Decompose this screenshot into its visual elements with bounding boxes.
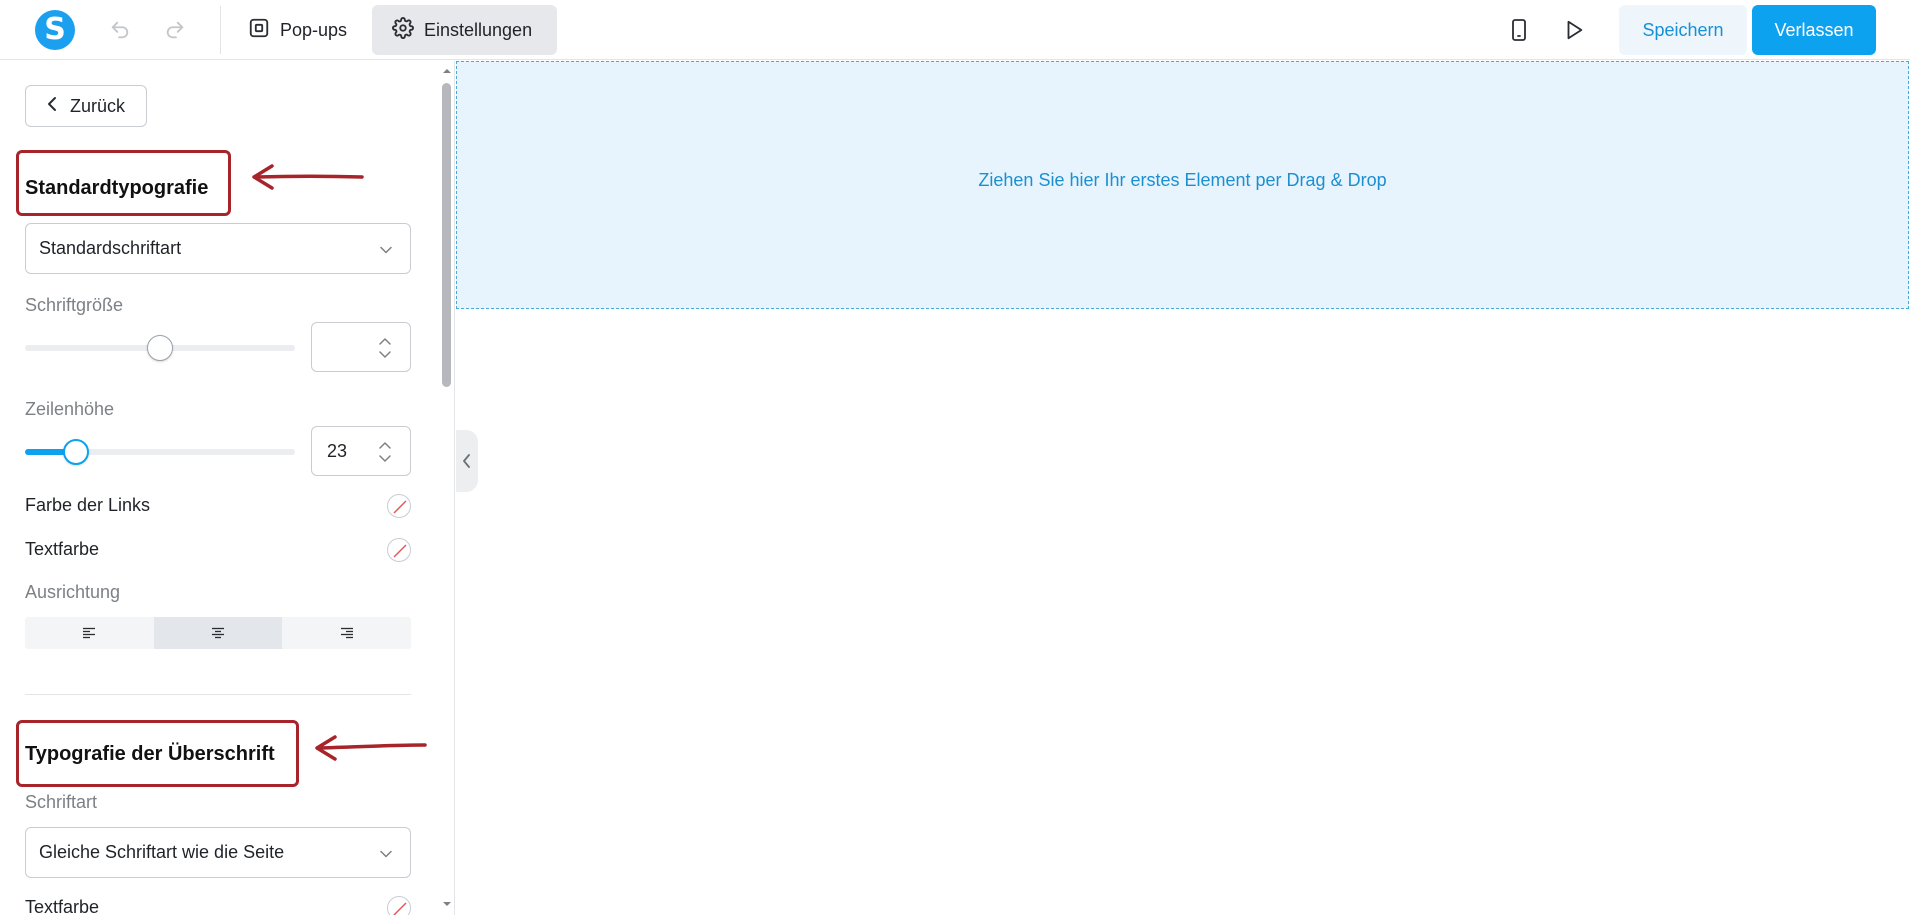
gear-icon [392, 16, 414, 44]
heading-font-select[interactable]: Gleiche Schriftart wie die Seite [25, 827, 411, 878]
back-button[interactable]: Zurück [25, 85, 147, 127]
default-font-select[interactable]: Standardschriftart [25, 223, 411, 274]
drop-zone[interactable]: Ziehen Sie hier Ihr erstes Element per D… [456, 61, 1909, 309]
alignment-label: Ausrichtung [25, 582, 121, 602]
annotation-arrow [315, 735, 427, 761]
undo-icon[interactable] [104, 14, 136, 46]
sidebar-scrollbar[interactable] [439, 61, 454, 915]
line-height-slider-thumb[interactable] [63, 439, 90, 465]
play-icon[interactable] [1558, 14, 1590, 46]
line-height-value: 23 [327, 440, 348, 461]
font-size-slider-thumb[interactable] [147, 335, 173, 361]
default-font-select-value: Standardschriftart [39, 238, 182, 258]
settings-label: Einstellungen [424, 19, 533, 40]
back-label: Zurück [70, 95, 126, 116]
chevron-down-icon [380, 238, 392, 259]
align-right-icon [340, 627, 353, 639]
settings-sidebar: Zurück Standardtypografie Standardschrif… [0, 61, 455, 915]
editor-canvas: Ziehen Sie hier Ihr erstes Element per D… [456, 61, 1910, 915]
section-title-default-typography: Standardtypografie [25, 177, 209, 199]
text-color-swatch[interactable] [387, 538, 411, 562]
font-size-label: Schriftgröße [25, 295, 124, 315]
stepper-arrows-icon[interactable] [378, 440, 392, 464]
scroll-down-arrow-icon[interactable] [442, 899, 452, 909]
alignment-toggle-group [25, 617, 411, 649]
heading-font-select-value: Gleiche Schriftart wie die Seite [39, 842, 285, 862]
align-left-icon [83, 627, 96, 639]
font-size-slider[interactable] [25, 335, 295, 361]
line-height-label: Zeilenhöhe [25, 399, 115, 419]
mobile-preview-icon[interactable] [1503, 14, 1535, 46]
no-color-icon [393, 902, 407, 915]
drop-zone-text: Ziehen Sie hier Ihr erstes Element per D… [978, 169, 1387, 190]
stepper-arrows-icon[interactable] [378, 336, 392, 360]
chevron-left-icon [463, 454, 470, 468]
heading-font-label: Schriftart [25, 792, 98, 812]
chevron-down-icon [380, 842, 392, 863]
exit-button[interactable]: Verlassen [1752, 5, 1876, 55]
popups-label: Pop-ups [280, 19, 348, 40]
font-size-input[interactable] [311, 322, 411, 372]
align-left-button[interactable] [25, 617, 154, 649]
text-color-label: Textfarbe [25, 539, 100, 559]
chevron-left-icon [46, 96, 58, 117]
line-height-input[interactable]: 23 [311, 426, 411, 476]
redo-icon[interactable] [159, 14, 191, 46]
save-button[interactable]: Speichern [1619, 5, 1747, 55]
link-color-swatch[interactable] [387, 494, 411, 518]
align-right-button[interactable] [282, 617, 411, 649]
no-color-icon [393, 500, 407, 514]
top-toolbar: S Pop-ups Einstellungen Speichern Verlas… [0, 0, 1910, 60]
scroll-up-arrow-icon[interactable] [442, 66, 452, 76]
popup-icon [248, 17, 270, 44]
section-title-heading-typography: Typografie der Überschrift [25, 743, 275, 765]
scrollbar-thumb[interactable] [442, 83, 451, 387]
link-color-label: Farbe der Links [25, 495, 151, 515]
popups-button[interactable]: Pop-ups [228, 5, 367, 55]
heading-text-color-swatch[interactable] [387, 896, 411, 915]
align-center-icon [212, 627, 224, 639]
align-center-button[interactable] [153, 617, 283, 649]
collapse-sidebar-toggle[interactable] [456, 430, 478, 492]
annotation-arrow [252, 164, 364, 190]
heading-text-color-label: Textfarbe [25, 897, 100, 915]
app-logo[interactable]: S [35, 10, 75, 50]
settings-button[interactable]: Einstellungen [372, 5, 557, 55]
section-divider [25, 694, 411, 695]
line-height-slider[interactable] [25, 439, 295, 465]
no-color-icon [393, 544, 407, 558]
toolbar-divider [220, 6, 221, 54]
